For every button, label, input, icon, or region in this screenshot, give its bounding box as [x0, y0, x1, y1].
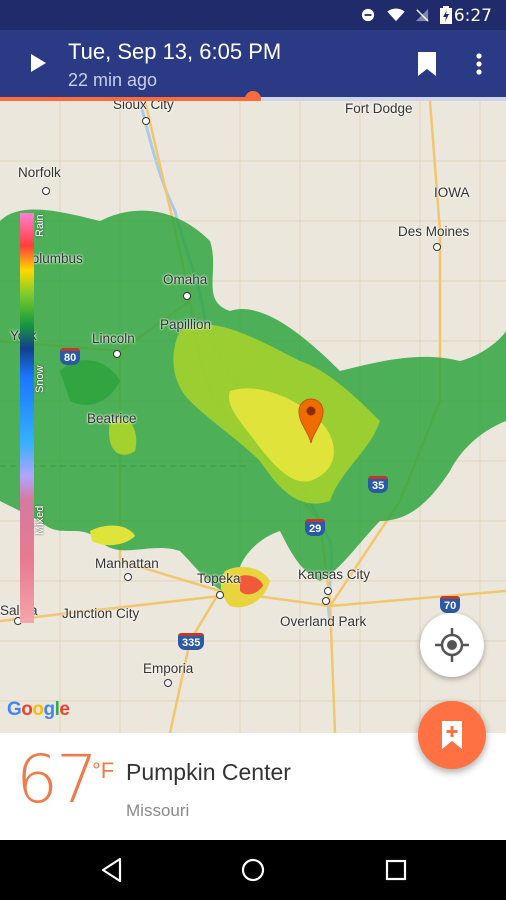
navigation-bar — [0, 840, 506, 900]
city-label: Beatrice — [87, 411, 137, 426]
city-marker — [433, 243, 441, 251]
city-label: Emporia — [143, 661, 194, 676]
status-time: 6:27 — [453, 6, 492, 26]
back-icon[interactable] — [98, 856, 126, 884]
my-location-icon — [435, 628, 469, 662]
radar-map[interactable]: Sioux City Fort Dodge Norfolk IOWA Des Moine… — [0, 101, 506, 733]
add-location-button[interactable] — [418, 701, 486, 769]
city-label: Manhattan — [95, 556, 159, 571]
precipitation-legend: Rain Snow Mixed — [20, 213, 46, 623]
city-label: Fort Dodge — [345, 101, 413, 116]
city-label: Kansas City — [298, 567, 371, 582]
highway-shield: 70 — [440, 596, 461, 613]
highway-shield: 335 — [178, 633, 205, 650]
no-signal-icon — [415, 8, 429, 22]
legend-snow-label: Snow — [34, 365, 46, 393]
city-label: Junction City — [62, 606, 140, 621]
city-label: Papillion — [160, 317, 212, 332]
status-bar: 6:27 — [0, 0, 506, 30]
do-not-disturb-icon — [361, 8, 375, 22]
city-label: Norfolk — [18, 165, 61, 180]
more-vert-icon[interactable] — [470, 50, 488, 78]
city-marker — [322, 597, 330, 605]
wifi-icon — [387, 8, 405, 22]
temperature-value: 67 — [16, 741, 98, 818]
legend-mixed-label: Mixed — [34, 505, 46, 535]
bookmark-icon[interactable] — [414, 50, 440, 78]
app-bar: Tue, Sep 13, 6:05 PM 22 min ago — [0, 30, 506, 98]
play-icon[interactable] — [22, 48, 52, 78]
city-label: Topeka — [197, 571, 241, 586]
my-location-button[interactable] — [420, 613, 484, 677]
highway-shield: 29 — [305, 519, 326, 536]
city-marker — [183, 292, 191, 300]
city-label: Des Moines — [398, 224, 470, 239]
radar-overlay — [0, 209, 506, 608]
home-icon[interactable] — [239, 856, 267, 884]
legend-rain-label: Rain — [34, 214, 46, 237]
google-attribution: Google — [7, 699, 70, 720]
map-pin-icon[interactable] — [297, 396, 325, 444]
city-label: IOWA — [434, 185, 470, 200]
recents-icon[interactable] — [382, 856, 410, 884]
radar-age: 22 min ago — [68, 70, 158, 90]
location-region: Missouri — [126, 801, 190, 820]
city-label: Lincoln — [92, 331, 135, 346]
city-label: Omaha — [163, 272, 208, 287]
city-marker — [113, 350, 121, 358]
city-marker — [216, 591, 224, 599]
temperature-unit: °F — [92, 758, 115, 783]
radar-timestamp: Tue, Sep 13, 6:05 PM — [68, 39, 282, 64]
highway-shield: 80 — [60, 348, 81, 365]
highway-shield: 35 — [368, 476, 389, 493]
battery-charging-icon — [440, 6, 452, 24]
city-marker — [324, 587, 332, 595]
bookmark-add-icon — [442, 721, 462, 749]
city-marker — [42, 187, 50, 195]
location-name: Pumpkin Center — [126, 759, 291, 785]
city-marker — [164, 679, 172, 687]
city-marker — [142, 117, 150, 125]
city-label: Sioux City — [113, 101, 174, 112]
city-label: Overland Park — [280, 614, 367, 629]
city-marker — [124, 573, 132, 581]
